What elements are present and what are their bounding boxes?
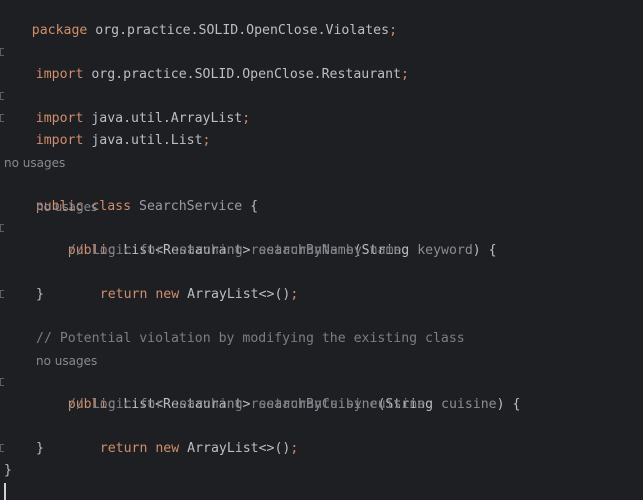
semicolon: ;	[389, 23, 398, 38]
return-expression: ArrayList<>()	[187, 441, 291, 456]
paren-close: ) {	[496, 397, 521, 412]
code-line-package[interactable]: package org.practice.SOLID.OpenClose.Vio…	[0, 0, 397, 38]
keyword-new: new	[155, 287, 180, 302]
fold-marker-icon[interactable]	[0, 378, 4, 386]
usage-hint[interactable]: no usages	[36, 350, 97, 372]
open-brace: {	[242, 199, 259, 214]
keyword-new: new	[155, 441, 180, 456]
code-line-close-brace[interactable]: }	[36, 438, 44, 460]
code-line-import-2[interactable]: import java.util.ArrayList;	[4, 86, 250, 126]
semicolon: ;	[290, 287, 299, 302]
keyword-return: return	[99, 287, 148, 302]
text-caret	[4, 483, 6, 500]
semicolon: ;	[242, 111, 251, 126]
code-line-class-close-brace[interactable]: }	[4, 460, 12, 482]
param-name: keyword	[417, 243, 473, 258]
paren-close: ) {	[472, 243, 497, 258]
code-line-return[interactable]: return new ArrayList<>();	[68, 262, 299, 302]
code-line-comment[interactable]: // Logic for searching restaurants by cu…	[68, 394, 425, 416]
code-line-comment[interactable]: // Potential violation by modifying the …	[36, 328, 465, 350]
code-line-method-search-by-name[interactable]: public List<Restaurant> searchByName(Str…	[36, 218, 497, 258]
import-path: java.util.List	[91, 133, 203, 148]
code-line-comment[interactable]: // Logic for searching restaurants by na…	[68, 240, 401, 262]
keyword-package: package	[31, 23, 88, 38]
param-name: cuisine	[441, 397, 497, 412]
code-line-return[interactable]: return new ArrayList<>();	[68, 416, 299, 456]
fold-marker-icon[interactable]	[0, 224, 4, 232]
code-line-method-search-by-cuisine[interactable]: public List<Restaurant> searchByCuisine(…	[36, 372, 521, 412]
keyword-class: class	[91, 199, 132, 214]
keyword-import: import	[35, 133, 84, 148]
semicolon: ;	[401, 67, 409, 82]
semicolon: ;	[202, 133, 211, 148]
semicolon: ;	[290, 441, 299, 456]
keyword-import: import	[35, 67, 84, 82]
fold-marker-icon[interactable]	[0, 290, 4, 298]
package-name: org.practice.SOLID.OpenClose.Violates	[95, 23, 390, 38]
usage-hint[interactable]: no usages	[36, 196, 97, 218]
code-line-import-3[interactable]: import java.util.List;	[4, 108, 211, 148]
class-name: SearchService	[139, 199, 243, 214]
import-path: org.practice.SOLID.OpenClose.Restaurant	[91, 67, 402, 82]
usage-hint[interactable]: no usages	[4, 152, 65, 174]
code-editor[interactable]: package org.practice.SOLID.OpenClose.Vio…	[0, 0, 643, 500]
code-line-class-declaration[interactable]: public class SearchService {	[4, 174, 258, 214]
fold-marker-icon[interactable]	[0, 444, 4, 452]
return-expression: ArrayList<>()	[187, 287, 291, 302]
code-line-close-brace[interactable]: }	[36, 284, 44, 306]
keyword-return: return	[99, 441, 148, 456]
code-line-import-1[interactable]: import org.practice.SOLID.OpenClose.Rest…	[4, 42, 409, 82]
